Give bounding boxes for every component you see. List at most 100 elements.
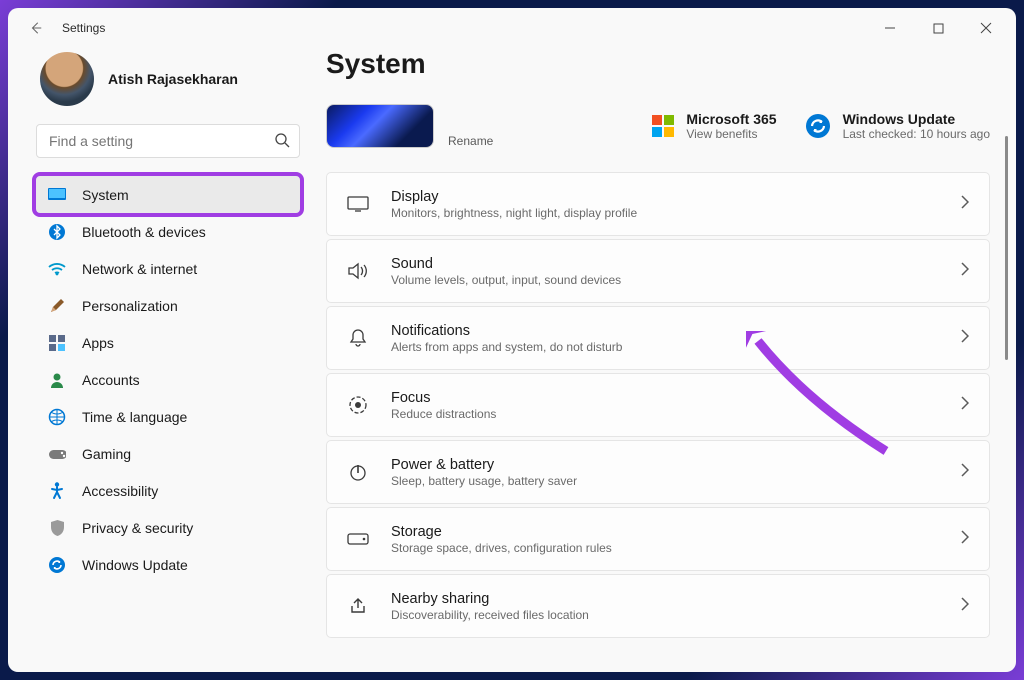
chevron-right-icon	[961, 329, 969, 348]
device-wallpaper-thumb[interactable]	[326, 104, 434, 148]
scrollbar[interactable]	[1005, 136, 1008, 360]
sidebar-item-label: System	[82, 187, 129, 203]
setting-sub: Reduce distractions	[391, 407, 496, 421]
setting-nearby-sharing[interactable]: Nearby sharing Discoverability, received…	[326, 574, 990, 638]
titlebar: Settings	[8, 8, 1016, 48]
content-area: System Rename Microsoft 365 View benefit…	[308, 48, 1012, 672]
sidebar-item-time-language[interactable]: Time & language	[36, 398, 300, 435]
setting-title: Focus	[391, 390, 496, 406]
arrow-left-icon	[29, 21, 43, 35]
sidebar-item-system[interactable]: System	[36, 176, 300, 213]
sidebar-item-label: Personalization	[82, 298, 178, 314]
window-controls	[878, 16, 1002, 40]
setting-display[interactable]: Display Monitors, brightness, night ligh…	[326, 172, 990, 236]
sidebar-item-accounts[interactable]: Accounts	[36, 361, 300, 398]
promo-title: Windows Update	[843, 111, 990, 127]
sidebar-item-label: Accounts	[82, 372, 140, 388]
back-button[interactable]	[22, 14, 50, 42]
window-title: Settings	[62, 21, 105, 35]
sidebar-item-label: Privacy & security	[82, 520, 193, 536]
sidebar-item-apps[interactable]: Apps	[36, 324, 300, 361]
shield-icon	[48, 519, 66, 537]
setting-storage[interactable]: Storage Storage space, drives, configura…	[326, 507, 990, 571]
device-row: Rename Microsoft 365 View benefits Windo…	[326, 104, 990, 148]
setting-sound[interactable]: Sound Volume levels, output, input, soun…	[326, 239, 990, 303]
setting-title: Nearby sharing	[391, 591, 589, 607]
setting-title: Storage	[391, 524, 612, 540]
speaker-icon	[347, 262, 369, 280]
setting-title: Sound	[391, 256, 621, 272]
promo-title: Microsoft 365	[686, 111, 776, 127]
setting-title: Display	[391, 189, 637, 205]
sidebar-item-accessibility[interactable]: Accessibility	[36, 472, 300, 509]
setting-sub: Discoverability, received files location	[391, 608, 589, 622]
power-icon	[347, 463, 369, 481]
settings-list: Display Monitors, brightness, night ligh…	[326, 172, 990, 638]
rename-link[interactable]: Rename	[448, 134, 493, 148]
update-icon	[48, 556, 66, 574]
chevron-right-icon	[961, 396, 969, 415]
paintbrush-icon	[48, 297, 66, 315]
system-icon	[48, 186, 66, 204]
user-name: Atish Rajasekharan	[108, 71, 238, 87]
sidebar-item-bluetooth[interactable]: Bluetooth & devices	[36, 213, 300, 250]
sidebar-item-gaming[interactable]: Gaming	[36, 435, 300, 472]
search-box	[36, 124, 300, 158]
setting-sub: Alerts from apps and system, do not dist…	[391, 340, 622, 354]
search-icon	[274, 132, 290, 153]
search-input[interactable]	[36, 124, 300, 158]
settings-window: Settings Atish Rajasekharan	[8, 8, 1016, 672]
monitor-icon	[347, 196, 369, 212]
accessibility-icon	[48, 482, 66, 500]
sidebar-item-network[interactable]: Network & internet	[36, 250, 300, 287]
setting-notifications[interactable]: Notifications Alerts from apps and syste…	[326, 306, 990, 370]
minimize-button[interactable]	[878, 16, 902, 40]
avatar	[40, 52, 94, 106]
storage-icon	[347, 533, 369, 545]
maximize-button[interactable]	[926, 16, 950, 40]
sidebar-item-privacy[interactable]: Privacy & security	[36, 509, 300, 546]
update-icon	[805, 113, 831, 139]
sidebar-item-label: Bluetooth & devices	[82, 224, 206, 240]
setting-title: Power & battery	[391, 457, 577, 473]
apps-icon	[48, 334, 66, 352]
setting-title: Notifications	[391, 323, 622, 339]
focus-icon	[347, 395, 369, 415]
setting-focus[interactable]: Focus Reduce distractions	[326, 373, 990, 437]
close-button[interactable]	[974, 16, 998, 40]
sidebar-item-label: Accessibility	[82, 483, 158, 499]
chevron-right-icon	[961, 597, 969, 616]
page-title: System	[326, 48, 990, 80]
sidebar-item-label: Gaming	[82, 446, 131, 462]
windows-update-promo[interactable]: Windows Update Last checked: 10 hours ag…	[805, 111, 990, 141]
chevron-right-icon	[961, 530, 969, 549]
chevron-right-icon	[961, 463, 969, 482]
microsoft-365-icon	[652, 115, 674, 137]
user-profile[interactable]: Atish Rajasekharan	[36, 48, 300, 124]
chevron-right-icon	[961, 262, 969, 281]
sidebar-item-label: Time & language	[82, 409, 187, 425]
sidebar-item-personalization[interactable]: Personalization	[36, 287, 300, 324]
bluetooth-icon	[48, 223, 66, 241]
person-icon	[48, 371, 66, 389]
sidebar-item-windows-update[interactable]: Windows Update	[36, 546, 300, 583]
setting-sub: Sleep, battery usage, battery saver	[391, 474, 577, 488]
close-icon	[980, 22, 992, 34]
sidebar-item-label: Apps	[82, 335, 114, 351]
sidebar: Atish Rajasekharan System Bluetooth & de…	[12, 48, 308, 672]
sidebar-item-label: Network & internet	[82, 261, 197, 277]
nav-list: System Bluetooth & devices Network & int…	[36, 176, 300, 583]
minimize-icon	[884, 22, 896, 34]
setting-sub: Storage space, drives, configuration rul…	[391, 541, 612, 555]
maximize-icon	[933, 23, 944, 34]
wifi-icon	[48, 260, 66, 278]
globe-clock-icon	[48, 408, 66, 426]
bell-icon	[347, 328, 369, 348]
share-icon	[347, 597, 369, 615]
chevron-right-icon	[961, 195, 969, 214]
setting-power[interactable]: Power & battery Sleep, battery usage, ba…	[326, 440, 990, 504]
microsoft-365-promo[interactable]: Microsoft 365 View benefits	[652, 111, 776, 141]
gamepad-icon	[48, 445, 66, 463]
setting-sub: Volume levels, output, input, sound devi…	[391, 273, 621, 287]
promo-sub: Last checked: 10 hours ago	[843, 127, 990, 141]
